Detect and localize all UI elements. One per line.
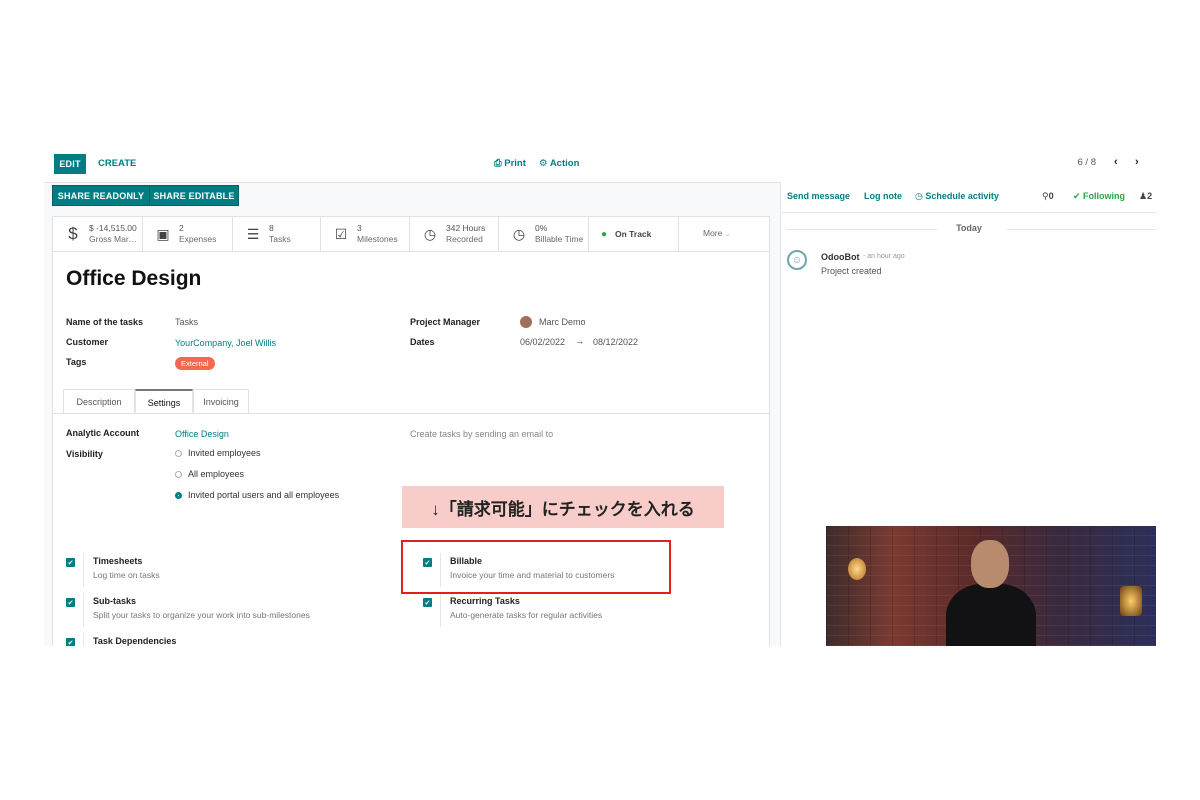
visibility-radio-all-employees[interactable] [175, 471, 182, 478]
arrow-right-icon: → [575, 336, 584, 346]
expenses-button[interactable]: ▣ 2 Expenses [143, 217, 233, 251]
clock-icon: ◷ [512, 225, 526, 242]
on-track-button[interactable]: ● On Track [589, 217, 679, 251]
smart-buttons: $ $ -14,515.00 Gross Mar… ▣ 2 Expenses ☰ 8… [53, 217, 769, 252]
project-manager-field[interactable]: Marc Demo [539, 317, 586, 327]
send-message-button[interactable]: Send message [787, 191, 850, 201]
log-note-button[interactable]: Log note [864, 191, 902, 201]
chevron-left-icon[interactable]: ‹ [1114, 156, 1118, 168]
gross-margin-button[interactable]: $ $ -14,515.00 Gross Mar… [53, 217, 143, 251]
paperclip-icon: ⚲ [1042, 191, 1049, 201]
tab-invoicing[interactable]: Invoicing [193, 389, 249, 413]
more-button[interactable]: More ⌄ [679, 217, 769, 251]
name-of-tasks-label: Name of the tasks [66, 317, 144, 327]
option-title: Recurring Tasks [450, 596, 520, 606]
money-bill-icon: ▣ [156, 225, 170, 242]
control-panel: EDIT CREATE ⎙ Print ⚙ Action 6 / 8 ‹ › [44, 148, 1156, 183]
status-dot-icon: ● [600, 228, 608, 240]
dollar-icon: $ [68, 224, 78, 243]
presenter-image [946, 540, 1036, 646]
date-start-field[interactable]: 06/02/2022 [520, 337, 565, 347]
lamp-image [848, 558, 866, 580]
email-alias-hint: Create tasks by sending an email to [410, 429, 554, 439]
action-button[interactable]: ⚙ Action [539, 158, 579, 169]
customer-label: Customer [66, 337, 109, 347]
project-manager-label: Project Manager [410, 317, 481, 327]
pager-value: 6 / 8 [1077, 157, 1097, 168]
instruction-caption: ↓「請求可能」にチェックを入れる [402, 486, 724, 528]
visibility-option-label: All employees [188, 469, 245, 479]
task-dependencies-checkbox[interactable]: ✔ [66, 638, 75, 646]
customer-field[interactable]: YourCompany, Joel Willis [175, 338, 276, 348]
visibility-radio-invited-employees[interactable] [175, 450, 182, 457]
tab-settings[interactable]: Settings [135, 389, 193, 414]
attachments-button[interactable]: ⚲0 [1042, 191, 1054, 202]
odoobot-avatar: ☺ [787, 250, 807, 270]
highlight-box [401, 540, 671, 594]
option-description: Auto-generate tasks for regular activiti… [450, 610, 603, 620]
name-of-tasks-field[interactable]: Tasks [175, 317, 198, 327]
followers-button[interactable]: ♟2 [1139, 191, 1152, 202]
date-separator: Today [956, 223, 982, 233]
printer-icon: ⎙ [494, 158, 505, 169]
visibility-option-label: Invited portal users and all employees [188, 490, 340, 500]
chevron-down-icon: ⌄ [724, 231, 731, 238]
check-icon: ✔ [1073, 191, 1084, 201]
milestones-button[interactable]: ☑ 3 Milestones [321, 217, 410, 251]
option-description: Split your tasks to organize your work i… [93, 610, 310, 620]
presenter-video [826, 526, 1156, 646]
lamp-image [1120, 586, 1142, 616]
visibility-radio-portal[interactable] [175, 492, 182, 499]
option-title: Timesheets [93, 556, 143, 566]
tasks-button[interactable]: ☰ 8 Tasks [233, 217, 321, 251]
message-author[interactable]: OdooBot [821, 252, 860, 262]
create-button[interactable]: CREATE [98, 158, 136, 169]
chevron-right-icon[interactable]: › [1135, 156, 1139, 168]
billable-time-button[interactable]: ◷ 0% Billable Time [499, 217, 589, 251]
option-title: Sub-tasks [93, 596, 137, 606]
share-readonly-button[interactable]: SHARE READONLY [52, 185, 150, 206]
schedule-activity-button[interactable]: ◷ Schedule activity [915, 191, 999, 202]
clock-icon: ◷ [423, 225, 437, 242]
analytic-account-label: Analytic Account [66, 428, 140, 438]
tab-divider [53, 413, 769, 414]
clock-icon: ◷ [915, 191, 926, 201]
project-title[interactable]: Office Design [66, 267, 201, 291]
checkbox-icon: ☑ [334, 225, 348, 242]
visibility-option-label: Invited employees [188, 448, 261, 458]
analytic-account-field[interactable]: Office Design [175, 429, 229, 439]
following-button[interactable]: ✔ Following [1073, 191, 1125, 202]
chatter-divider [781, 212, 1156, 213]
visibility-label: Visibility [66, 449, 103, 459]
subtasks-checkbox[interactable]: ✔ [66, 598, 75, 607]
hours-recorded-button[interactable]: ◷ 342 Hours Recorded [410, 217, 499, 251]
option-description: Log time on tasks [93, 570, 160, 580]
print-button[interactable]: ⎙ Print [494, 158, 526, 169]
avatar [520, 316, 532, 328]
tab-description[interactable]: Description [63, 389, 135, 413]
tasks-list-icon: ☰ [246, 225, 260, 242]
dates-label: Dates [410, 337, 435, 347]
recurring-tasks-checkbox[interactable]: ✔ [423, 598, 432, 607]
user-icon: ♟ [1139, 191, 1148, 201]
date-end-field[interactable]: 08/12/2022 [593, 337, 638, 347]
option-title: Task Dependencies [93, 636, 177, 646]
share-editable-button[interactable]: SHARE EDITABLE [149, 185, 239, 206]
tags-label: Tags [66, 357, 87, 367]
message-body: Project created [821, 266, 882, 276]
timesheets-checkbox[interactable]: ✔ [66, 558, 75, 567]
edit-button[interactable]: EDIT [54, 154, 86, 174]
message-time: - an hour ago [863, 253, 905, 260]
tag-badge[interactable]: External [175, 357, 215, 370]
gear-icon: ⚙ [539, 158, 550, 169]
